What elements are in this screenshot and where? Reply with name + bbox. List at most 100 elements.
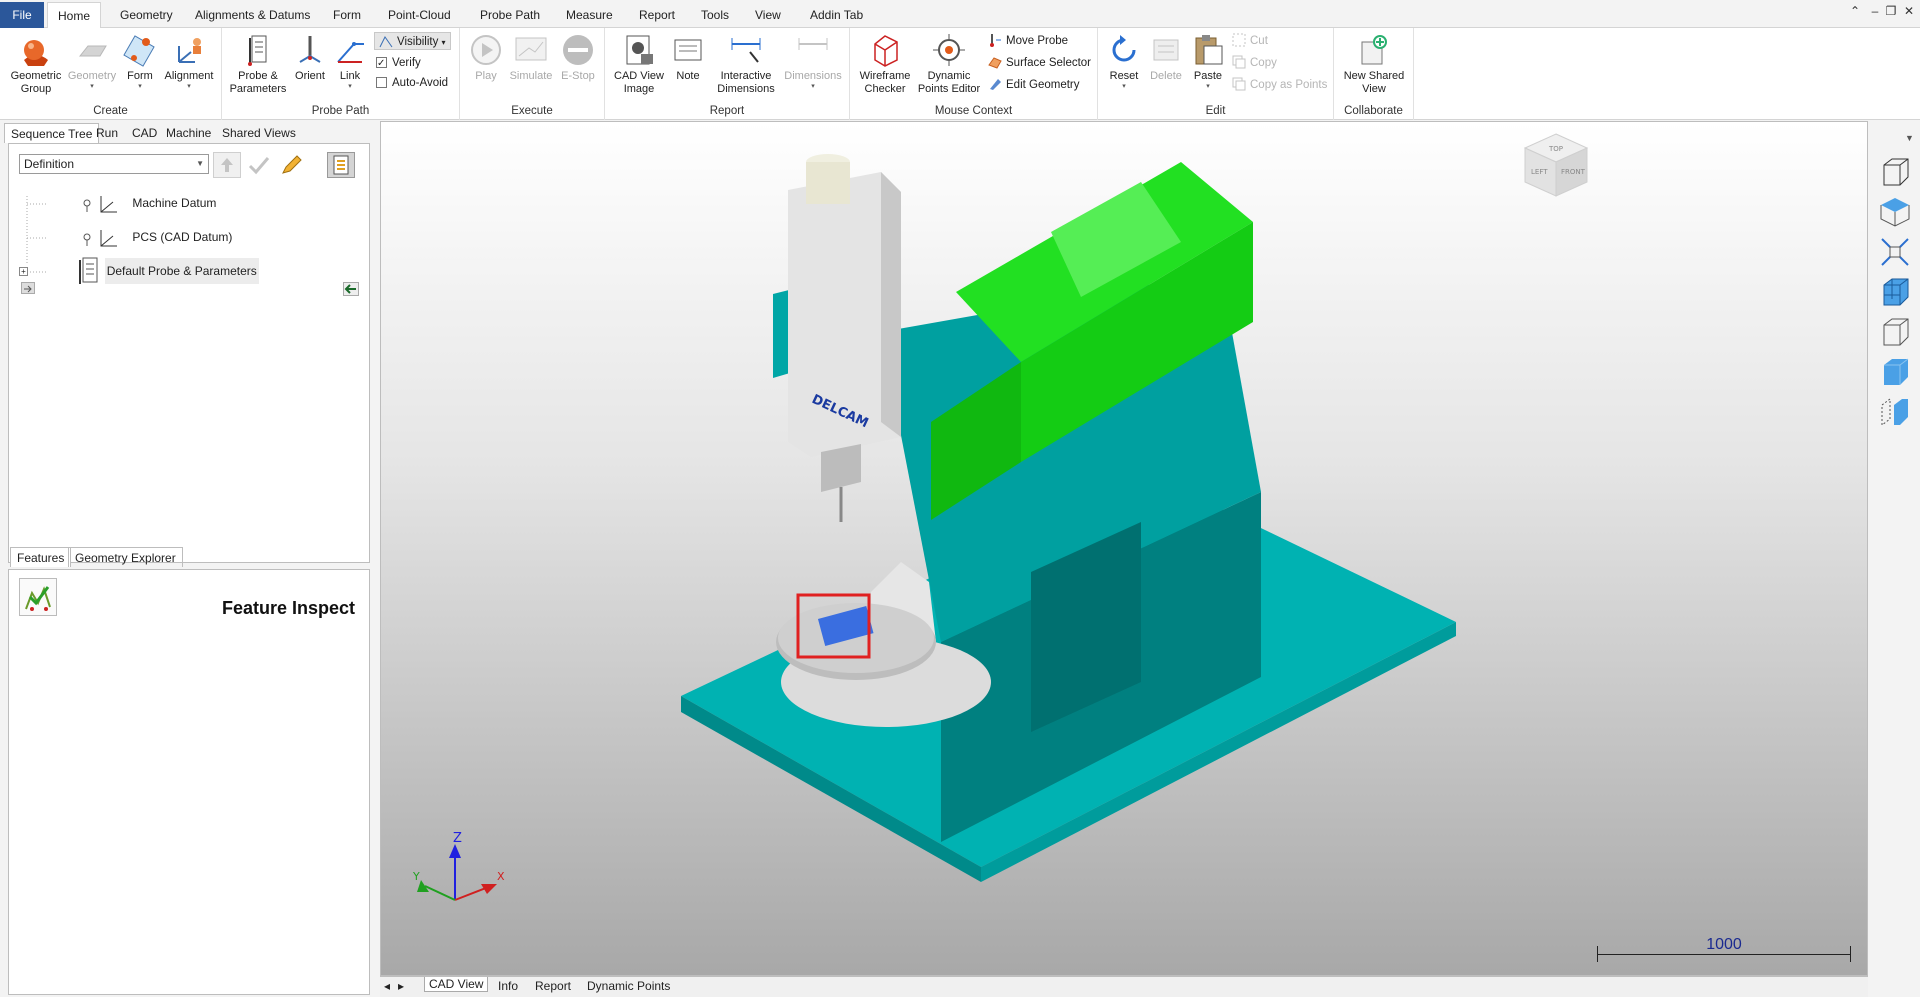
view-top-button[interactable] [1878, 195, 1912, 229]
cut-icon [1232, 33, 1246, 47]
simulate-icon [513, 32, 549, 68]
tab-home[interactable]: Home [47, 2, 102, 29]
check-button[interactable] [245, 152, 273, 178]
tree-item-default-probe[interactable]: + Default Probe & Parameters [19, 256, 259, 286]
link-button[interactable]: Link ▾ [330, 32, 370, 90]
section-view-button[interactable] [1878, 395, 1912, 429]
tab-dynamic-points[interactable]: Dynamic Points [587, 979, 670, 993]
cad-view-image-icon [621, 32, 657, 68]
cube-solid-icon [1884, 358, 1909, 385]
collapse-ribbon-button[interactable]: ⌃ [1846, 4, 1864, 18]
move-up-button[interactable] [213, 152, 241, 178]
geometric-group-button[interactable]: Geometric Group [6, 32, 66, 96]
delete-button[interactable]: Delete [1144, 32, 1188, 83]
tab-machine[interactable]: Machine [160, 123, 217, 143]
tab-info[interactable]: Info [498, 979, 518, 993]
tab-cad[interactable]: CAD [126, 123, 163, 143]
surface-selector-button[interactable]: Surface Selector [988, 54, 1091, 72]
note-button[interactable]: Note [667, 32, 709, 83]
feature-inspect-icon[interactable] [19, 578, 57, 616]
cut-button[interactable]: Cut [1232, 32, 1268, 50]
tab-shared-views[interactable]: Shared Views [216, 123, 302, 143]
copy-button[interactable]: Copy [1232, 54, 1277, 72]
orient-button[interactable]: Orient [288, 32, 332, 83]
interactive-dimensions-button[interactable]: Interactive Dimensions [711, 32, 781, 96]
scroll-left-button[interactable]: ◂ [384, 979, 390, 993]
features-panel: Feature Inspect [8, 569, 370, 995]
cad-view-image-button[interactable]: CAD View Image [611, 32, 667, 96]
shaded-view-button[interactable] [1878, 275, 1912, 309]
new-shared-view-button[interactable]: New Shared View [1340, 32, 1408, 96]
solid-view-button[interactable] [1878, 355, 1912, 389]
copy-as-points-button[interactable]: Copy as Points [1232, 76, 1327, 94]
tab-measure[interactable]: Measure [556, 2, 623, 28]
wireframe-view-button[interactable] [1878, 315, 1912, 349]
move-probe-button[interactable]: Move Probe [988, 32, 1068, 50]
note-icon [670, 32, 706, 68]
svg-text:LEFT: LEFT [1531, 168, 1548, 176]
verify-checkbox[interactable]: Verify [376, 54, 421, 73]
tab-probe-path[interactable]: Probe Path [470, 2, 550, 28]
edit-button[interactable] [277, 152, 305, 178]
tab-geometry[interactable]: Geometry [110, 2, 183, 28]
tab-report[interactable]: Report [629, 2, 685, 28]
new-shared-view-icon [1356, 32, 1392, 68]
edit-geometry-button[interactable]: Edit Geometry [988, 76, 1080, 94]
tab-cad-view[interactable]: CAD View [424, 977, 489, 992]
tab-alignments-datums[interactable]: Alignments & Datums [185, 2, 320, 28]
view-cube[interactable]: TOP LEFT FRONT [1521, 130, 1591, 200]
tab-point-cloud[interactable]: Point-Cloud [378, 2, 461, 28]
dynamic-points-editor-button[interactable]: Dynamic Points Editor [914, 32, 984, 96]
left-panel: Sequence Tree Run CAD Machine Shared Vie… [0, 121, 374, 997]
view-isometric-button[interactable] [1878, 155, 1912, 189]
collapse-arrow-icon[interactable] [343, 282, 359, 296]
simulate-button[interactable]: Simulate [506, 32, 556, 83]
machine-model[interactable]: DELCAM [381, 122, 1868, 976]
expand-icon[interactable]: + [19, 266, 28, 276]
dimensions-button[interactable]: Dimensions ▾ [781, 32, 845, 90]
visibility-dropdown[interactable]: Visibility ▾ [374, 32, 451, 50]
probe-parameters-icon [240, 32, 276, 68]
tab-tools[interactable]: Tools [691, 2, 739, 28]
alignment-button[interactable]: Alignment ▾ [160, 32, 218, 90]
tab-report-view[interactable]: Report [535, 979, 571, 993]
zoom-extents-button[interactable] [1878, 235, 1912, 269]
tab-run[interactable]: Run [90, 123, 124, 143]
tree-item-pcs-cad-datum[interactable]: PCS (CAD Datum) [79, 226, 232, 248]
tab-sequence-tree[interactable]: Sequence Tree [4, 123, 100, 143]
scroll-right-button[interactable]: ▸ [398, 979, 404, 993]
probe-parameters-button[interactable]: Probe & Parameters [228, 32, 288, 96]
tab-form[interactable]: Form [323, 2, 371, 28]
estop-button[interactable]: E-Stop [556, 32, 600, 83]
cube-outline-icon [1883, 318, 1909, 346]
tab-geometry-explorer[interactable]: Geometry Explorer [68, 547, 183, 567]
tab-features[interactable]: Features [10, 547, 72, 567]
geometry-button[interactable]: Geometry ▾ [66, 32, 118, 90]
datum-icon [83, 230, 117, 247]
check-icon [248, 157, 270, 175]
chevron-down-icon[interactable]: ▼ [1905, 133, 1914, 143]
dynamic-points-editor-icon [931, 32, 967, 68]
wireframe-checker-button[interactable]: Wireframe Checker [856, 32, 914, 96]
run-marker-icon[interactable] [21, 282, 35, 294]
definition-select[interactable]: Definition ▼ [19, 154, 209, 174]
tab-addin[interactable]: Addin Tab [800, 2, 873, 28]
wireframe-checker-icon [867, 32, 903, 68]
view-toolbar [1868, 121, 1920, 997]
surface-selector-icon [988, 55, 1002, 69]
form-button[interactable]: Form ▾ [118, 32, 162, 90]
tab-view[interactable]: View [745, 2, 791, 28]
reset-button[interactable]: Reset ▾ [1104, 32, 1144, 90]
svg-text:X: X [497, 870, 505, 883]
close-button[interactable]: ✕ [1900, 4, 1918, 18]
restore-button[interactable]: ❐ [1882, 4, 1900, 18]
feature-panel-tabs: Features Geometry Explorer [4, 547, 370, 567]
file-menu[interactable]: File [0, 2, 44, 28]
tree-view-button[interactable] [327, 152, 355, 178]
tree-item-machine-datum[interactable]: Machine Datum [79, 192, 216, 214]
paste-button[interactable]: Paste ▾ [1188, 32, 1228, 90]
auto-avoid-checkbox[interactable]: Auto-Avoid [376, 74, 448, 92]
cad-viewport[interactable]: DELCAM TOP LEFT FRONT Z X Y 1000 [380, 121, 1868, 976]
play-button[interactable]: Play [466, 32, 506, 83]
viewport-tabs: ◂ ▸ CAD View Info Report Dynamic Points [380, 976, 1868, 997]
